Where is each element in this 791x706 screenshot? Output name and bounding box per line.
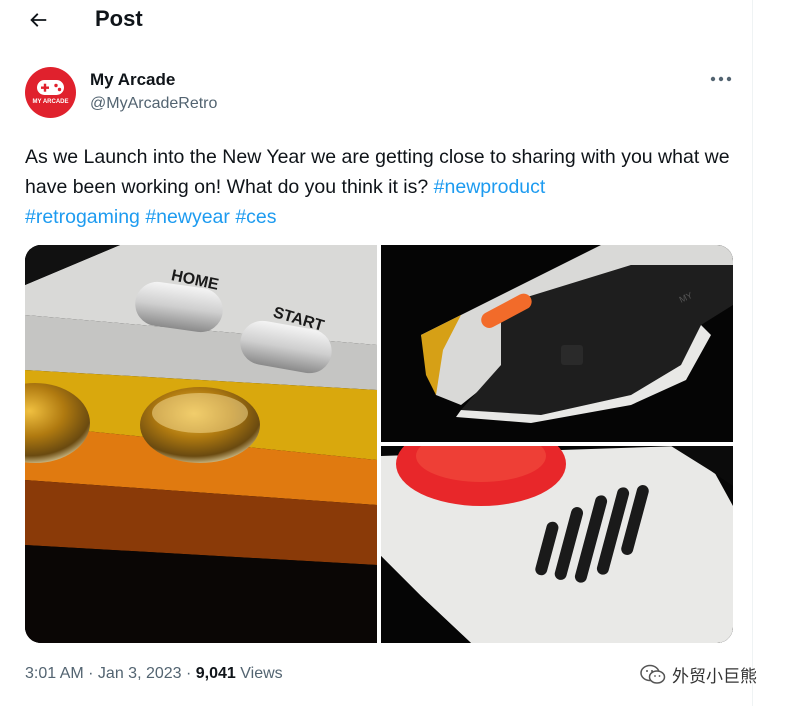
tweet-text: As we Launch into the New Year we are ge… [25, 142, 740, 232]
back-button[interactable] [22, 4, 54, 36]
avatar-logo-text: MY ARCADE [32, 99, 69, 105]
gamepad-logo-icon [37, 80, 64, 95]
watermark: 外贸小巨熊 [640, 662, 757, 687]
media-image-speaker-grill[interactable] [381, 446, 733, 643]
post-header: Post [0, 0, 752, 40]
tweet-meta: 3:01 AM · Jan 3, 2023 · 9,041 Views [25, 665, 283, 683]
timeline-divider [752, 0, 753, 706]
page-title: Post [95, 6, 143, 31]
media-grid: HOME START MY [25, 245, 733, 643]
more-horizontal-icon [710, 76, 732, 82]
hashtag-link[interactable]: #ces [235, 206, 276, 228]
wechat-icon [640, 664, 666, 684]
media-image-side-view[interactable]: MY [381, 245, 733, 442]
arrow-left-icon [30, 13, 47, 27]
hashtag-link[interactable]: #newyear [145, 206, 230, 228]
watermark-text: 外贸小巨熊 [672, 667, 757, 687]
meta-separator: · [83, 665, 98, 682]
author-handle[interactable]: @MyArcadeRetro [90, 95, 217, 113]
views-label: Views [240, 665, 283, 682]
author-name[interactable]: My Arcade [90, 70, 175, 90]
meta-separator: · [181, 665, 196, 682]
hashtag-link[interactable]: #newproduct [434, 176, 546, 198]
more-options-button[interactable] [706, 66, 736, 92]
avatar[interactable]: MY ARCADE [25, 67, 76, 118]
tweet-time[interactable]: 3:01 AM [25, 665, 84, 682]
hashtag-link[interactable]: #retrogaming [25, 206, 140, 228]
tweet-date[interactable]: Jan 3, 2023 [98, 665, 182, 682]
views-count: 9,041 [195, 665, 236, 682]
media-image-buttons-closeup[interactable]: HOME START [25, 245, 377, 643]
tweet-body-text: As we Launch into the New Year we are ge… [25, 146, 730, 198]
